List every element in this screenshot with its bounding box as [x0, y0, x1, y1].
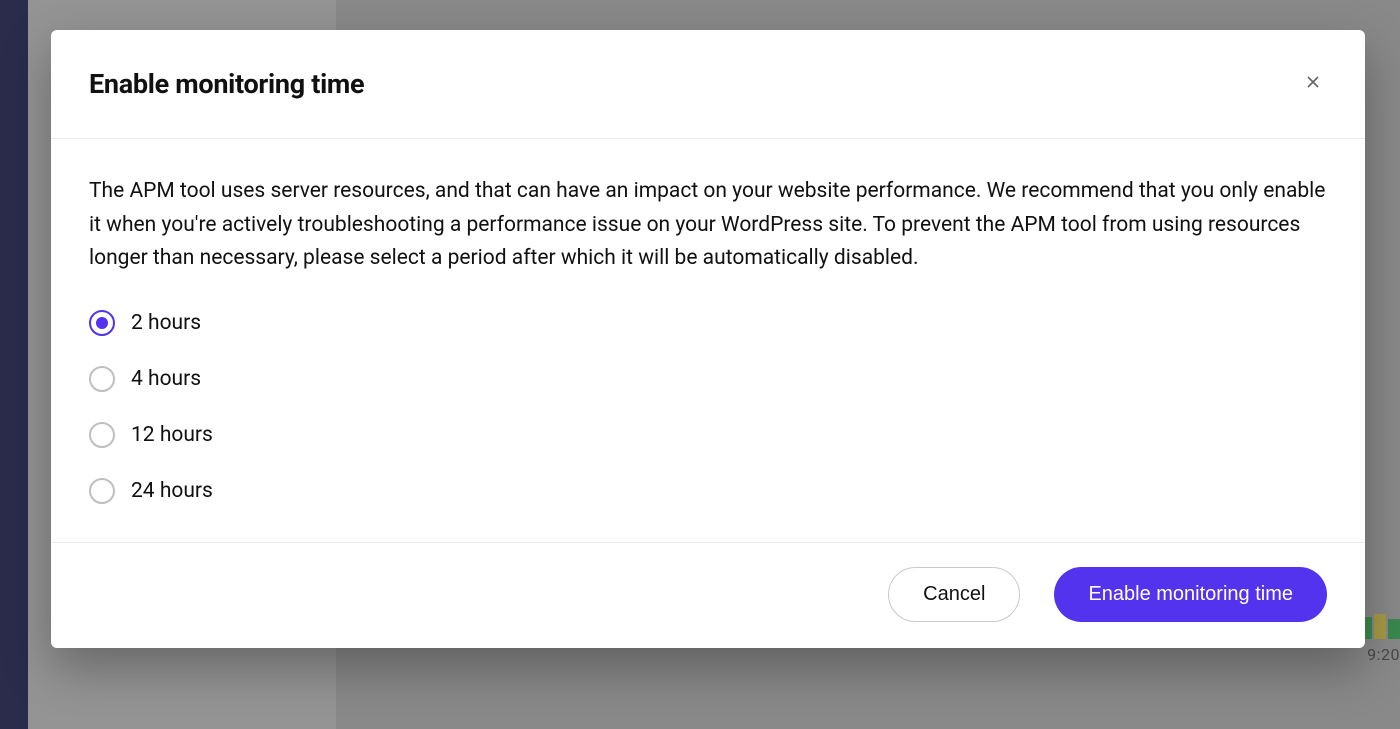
- confirm-button[interactable]: Enable monitoring time: [1054, 567, 1327, 622]
- radio-indicator: [89, 310, 115, 336]
- close-button[interactable]: [1299, 68, 1327, 96]
- radio-option-12h[interactable]: 12 hours: [89, 422, 1327, 448]
- enable-monitoring-modal: Enable monitoring time The APM tool uses…: [51, 30, 1365, 648]
- duration-radio-group: 2 hours 4 hours 12 hours 24 hours: [89, 310, 1327, 504]
- radio-indicator: [89, 422, 115, 448]
- modal-body: The APM tool uses server resources, and …: [51, 139, 1365, 542]
- radio-option-24h[interactable]: 24 hours: [89, 478, 1327, 504]
- radio-label: 4 hours: [131, 367, 201, 391]
- radio-label: 24 hours: [131, 479, 213, 503]
- radio-label: 2 hours: [131, 311, 201, 335]
- close-icon: [1303, 72, 1323, 92]
- radio-option-2h[interactable]: 2 hours: [89, 310, 1327, 336]
- radio-indicator: [89, 366, 115, 392]
- radio-label: 12 hours: [131, 423, 213, 447]
- radio-indicator: [89, 478, 115, 504]
- cancel-button[interactable]: Cancel: [888, 567, 1020, 622]
- radio-dot-icon: [96, 317, 108, 329]
- modal-header: Enable monitoring time: [51, 30, 1365, 139]
- modal-description: The APM tool uses server resources, and …: [89, 175, 1327, 276]
- modal-title: Enable monitoring time: [89, 68, 364, 100]
- modal-footer: Cancel Enable monitoring time: [51, 542, 1365, 648]
- radio-option-4h[interactable]: 4 hours: [89, 366, 1327, 392]
